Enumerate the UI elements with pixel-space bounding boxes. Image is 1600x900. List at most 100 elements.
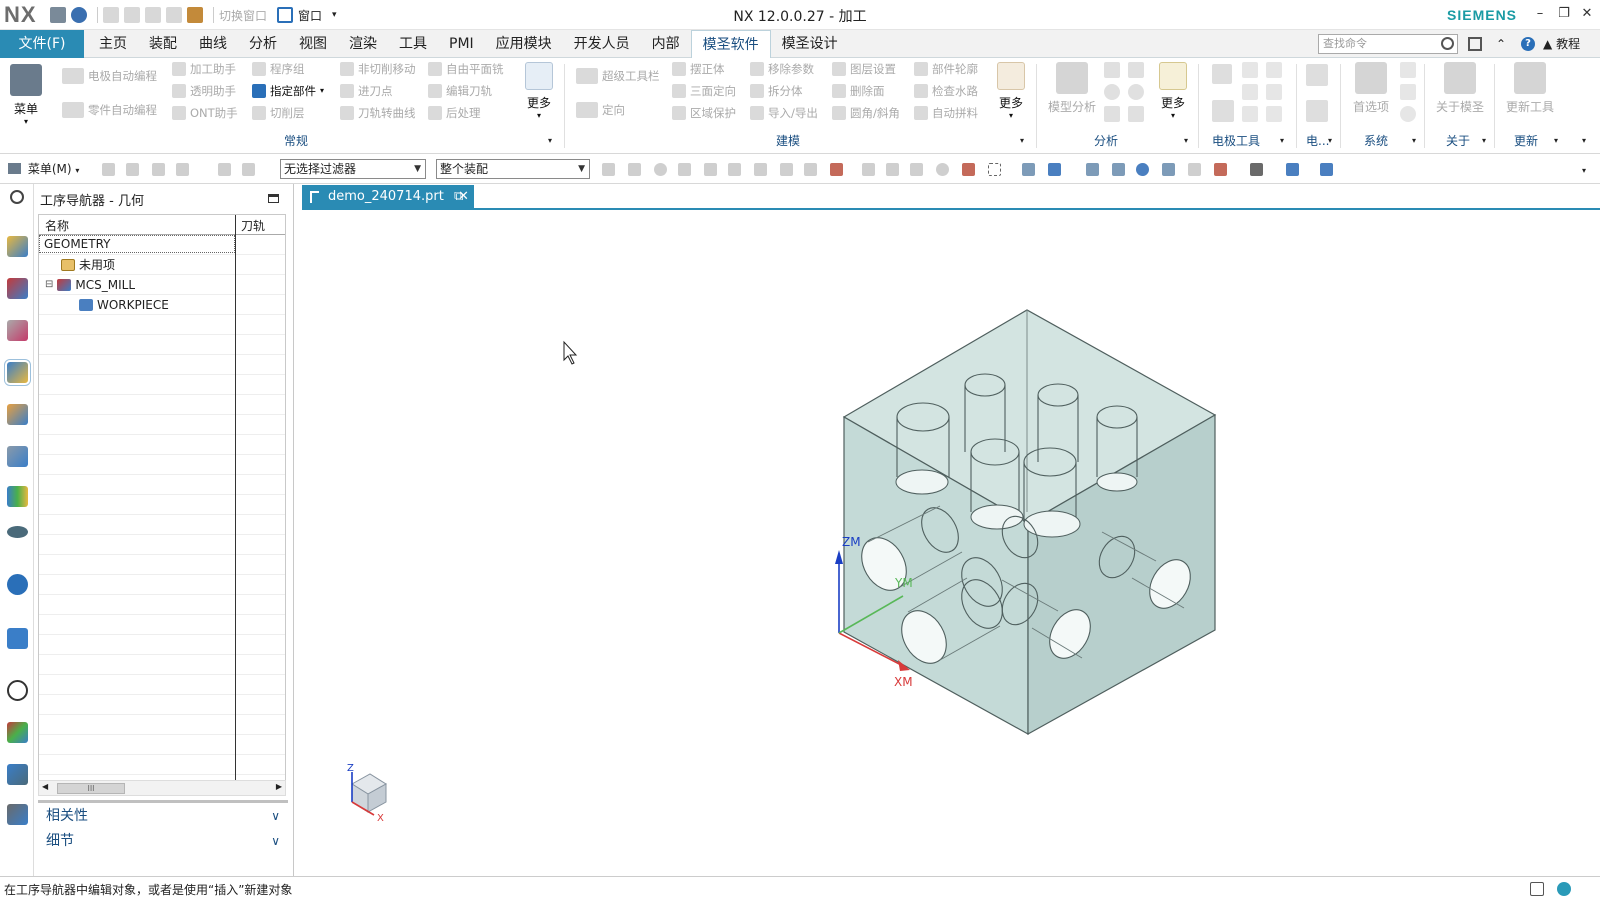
tutorial-button[interactable]: ▲ 教程 [1543,35,1580,53]
constraint-navigator-icon[interactable] [7,278,28,299]
snap-tool-14-icon[interactable] [962,163,975,176]
ribbon-btn-part-auto-programming[interactable]: 零件自动编程 [62,101,157,119]
view-tool-2-icon[interactable] [1048,163,1061,176]
snap-tool-3-icon[interactable] [678,163,691,176]
snap-tool-5-icon[interactable] [728,163,741,176]
document-tab[interactable]: demo_240714.prt ⧉ ✕ [302,185,474,210]
snap-tool-2-icon[interactable] [628,163,641,176]
ribbon-btn-layer-settings[interactable]: 图层设置 [832,60,896,78]
update-tool-button[interactable]: 更新工具 [1500,62,1560,115]
snap-tool-4-icon[interactable] [704,163,717,176]
history-palette-icon[interactable] [7,628,28,649]
role-icon[interactable] [7,804,28,825]
electrode-tool-4-icon[interactable] [1242,84,1258,100]
snap-tool-1-icon[interactable] [602,163,615,176]
copy-icon[interactable] [124,7,140,23]
electrode-tool-5-icon[interactable] [1266,84,1282,100]
electrode-tool-7-icon[interactable] [1242,106,1258,122]
group-expand-icon[interactable]: ▾ [1412,136,1416,145]
ribbon-btn-fillet-chamfer[interactable]: 圆角/斜角 [832,104,900,122]
tree-row-mcs-mill[interactable]: ⊟ MCS_MILL [39,275,235,295]
snap-tool-11-icon[interactable] [886,163,899,176]
ribbon-btn-toolpath-to-curve[interactable]: 刀轨转曲线 [340,104,416,122]
close-icon[interactable]: ✕ [1577,4,1597,24]
resource-bar-icon[interactable] [1468,37,1482,51]
settings-gear-icon[interactable] [10,190,24,204]
ribbon-btn-cut-levels[interactable]: 切削层 [252,104,305,122]
tab-view[interactable]: 视图 [288,30,338,58]
group-expand-icon[interactable]: ▾ [1328,136,1332,145]
tab-pmi[interactable]: PMI [438,30,485,58]
ribbon-btn-orient[interactable]: 定向 [576,101,625,119]
help-icon[interactable]: ? [1521,37,1535,51]
model-analysis-button[interactable]: 模型分析 [1044,62,1100,115]
repeat-command-icon[interactable] [166,7,182,23]
restore-icon[interactable]: ❐ [1554,4,1574,24]
ribbon-btn-remove-parameters[interactable]: 移除参数 [750,60,814,78]
orient-view-icon[interactable] [1286,163,1299,176]
selection-tool-2-icon[interactable] [126,163,139,176]
customize-chevron-icon[interactable]: ▾ [332,10,337,20]
system-copy-icon[interactable] [1400,62,1416,78]
electrode-tool-2-icon[interactable] [1242,62,1258,78]
menu-dropdown[interactable]: 菜单(M) ▾ [8,160,79,177]
column-header-toolpath[interactable]: 刀轨 [241,217,265,234]
menu-big-button[interactable]: 菜单 ▾ [6,64,46,126]
machine-tool-navigator-icon[interactable] [7,404,28,425]
ribbon-btn-non-cutting-moves[interactable]: 非切削移动 [340,60,416,78]
tab-developer[interactable]: 开发人员 [563,30,641,58]
group-expand-icon[interactable]: ▾ [548,136,552,145]
ribbon-btn-import-export[interactable]: 导入/导出 [750,104,818,122]
full-screen-icon[interactable] [1530,882,1544,896]
operation-navigator-icon[interactable] [4,359,31,386]
selection-tool-4-icon[interactable] [176,163,189,176]
analysis-spline-icon[interactable] [1128,106,1144,122]
clock-icon[interactable] [7,680,28,701]
tab-analysis[interactable]: 分析 [238,30,288,58]
ribbon-btn-specify-part[interactable]: 指定部件 ▾ [252,82,324,100]
ribbon-btn-super-toolbar[interactable]: 超级工具栏 [576,67,660,85]
undo-icon[interactable] [71,7,87,23]
hd3d-tools-icon[interactable] [7,486,28,507]
electrode-tool-6-icon[interactable] [1212,100,1234,122]
toolbar-options-icon[interactable]: ▾ [1582,166,1586,175]
ribbon-btn-split-body[interactable]: 拆分体 [750,82,803,100]
more-modeling-button[interactable]: 更多 ▾ [992,62,1030,120]
electrode-extra-2-icon[interactable] [1306,100,1328,122]
dependencies-section[interactable]: 相关性 ∨ [38,804,288,828]
group-expand-icon[interactable]: ▾ [1554,136,1558,145]
collapse-toggle-icon[interactable]: ⊟ [45,275,53,295]
analysis-shape-icon[interactable] [1104,84,1120,100]
tab-assemblies[interactable]: 装配 [138,30,188,58]
tab-tools[interactable]: 工具 [388,30,438,58]
cut-icon[interactable] [103,7,119,23]
preferences-button[interactable]: 首选项 [1346,62,1396,115]
selection-tool-6-icon[interactable] [242,163,255,176]
view-triad[interactable] [351,772,387,816]
tab-mosheng-design[interactable]: 模圣设计 [771,30,849,58]
system-help-icon[interactable] [1400,106,1416,122]
ribbon-options-icon[interactable]: ▾ [1582,136,1586,145]
snap-tool-13-icon[interactable] [936,163,949,176]
rotate-icon[interactable] [1136,163,1149,176]
ribbon-btn-delete-face[interactable]: 删除面 [832,82,885,100]
selection-scope-select[interactable]: 整个装配 ▼ [436,159,590,179]
ribbon-btn-edit-toolpath[interactable]: 编辑刀轨 [428,82,492,100]
selection-tool-5-icon[interactable] [218,163,231,176]
scroll-right-icon[interactable]: ▶ [276,782,282,791]
electrode-tool-8-icon[interactable] [1266,106,1282,122]
ribbon-btn-three-face-orient[interactable]: 三面定向 [672,82,736,100]
system-lock-icon[interactable] [1400,84,1416,100]
more-analysis-button[interactable]: 更多 ▾ [1154,62,1192,120]
close-tab-icon[interactable]: ✕ [458,185,469,209]
electrode-tool-1-icon[interactable] [1212,64,1232,84]
assembly-navigator-icon[interactable] [7,236,28,257]
ribbon-btn-part-outline[interactable]: 部件轮廓 [914,60,978,78]
selection-tool-1-icon[interactable] [102,163,115,176]
snap-tool-12-icon[interactable] [910,163,923,176]
search-icon[interactable] [1441,37,1454,50]
maximize-icon[interactable] [268,194,279,203]
file-menu-tab[interactable]: 文件(F) [0,30,84,58]
horizontal-scrollbar[interactable]: ◀ III ▶ [38,780,286,796]
tree-row-unused[interactable]: 未用项 [39,255,235,275]
